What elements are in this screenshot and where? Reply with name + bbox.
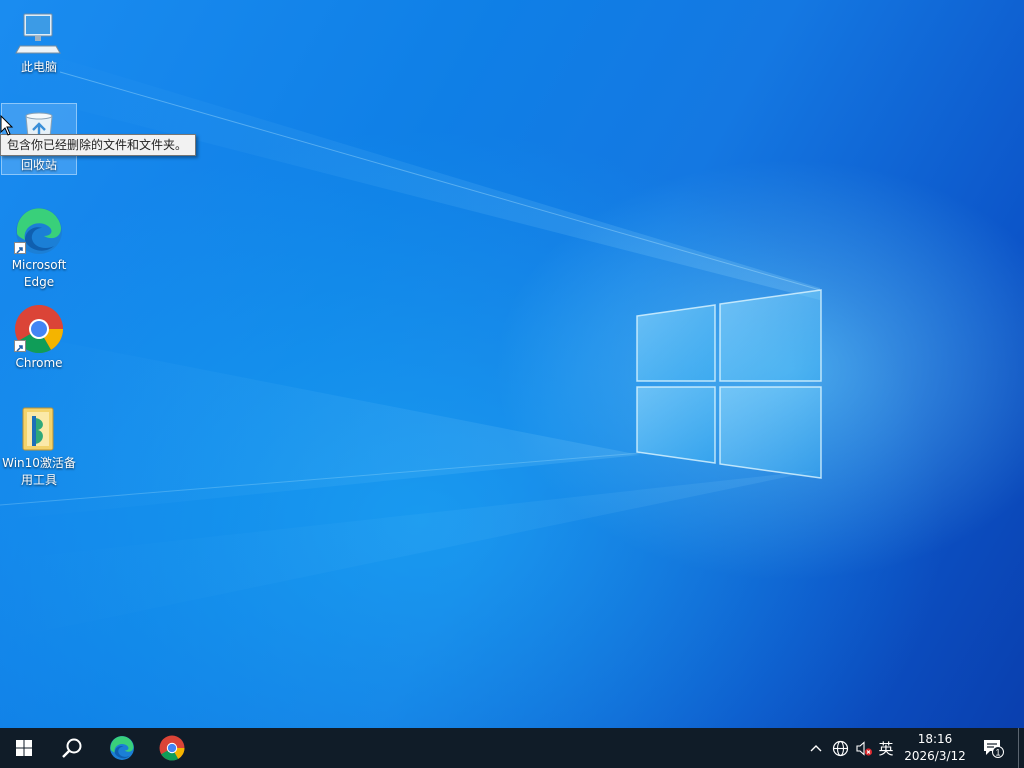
- folder-tool-icon: [14, 404, 64, 454]
- search-button[interactable]: [48, 728, 96, 768]
- edge-icon: [110, 736, 134, 760]
- desktop-icon-label: 回收站: [20, 158, 57, 172]
- computer-icon: [14, 8, 64, 58]
- notification-count: 1: [995, 747, 1000, 757]
- mouse-cursor-icon: [0, 115, 14, 136]
- network-button[interactable]: [829, 728, 851, 768]
- show-desktop-button[interactable]: [1018, 728, 1024, 768]
- clock[interactable]: 18:16 2026/3/12: [898, 728, 972, 768]
- chrome-icon: [159, 735, 185, 761]
- desktop-icon-label: 此电脑: [20, 60, 57, 74]
- desktop-icon-microsoft-edge[interactable]: Microsoft Edge: [2, 204, 76, 290]
- windows-logo-wallpaper: [636, 289, 822, 479]
- edge-taskbar-button[interactable]: [98, 728, 146, 768]
- notification-center-button[interactable]: 1: [980, 728, 1006, 768]
- edge-icon: [14, 206, 64, 256]
- desktop[interactable]: 此电脑 回收站 Microsoft Edge Chrome Win10激活备用工…: [0, 0, 1024, 728]
- windows-logo-icon: [16, 740, 32, 756]
- recycle-bin-tooltip: 包含你已经删除的文件和文件夹。: [0, 134, 197, 156]
- notification-icon: 1: [984, 740, 1004, 758]
- chevron-up-icon: [810, 745, 822, 752]
- chrome-taskbar-button[interactable]: [148, 728, 196, 768]
- desktop-icon-label: Chrome: [15, 356, 63, 370]
- volume-button[interactable]: [853, 728, 875, 768]
- shortcut-arrow-icon: [14, 340, 26, 352]
- desktop-icon-this-pc[interactable]: 此电脑: [2, 6, 76, 78]
- desktop-icon-chrome[interactable]: Chrome: [2, 302, 76, 374]
- ime-indicator[interactable]: 英: [876, 728, 896, 768]
- start-button[interactable]: [0, 728, 48, 768]
- search-icon: [62, 738, 82, 758]
- volume-muted-icon: [856, 740, 873, 756]
- shortcut-arrow-icon: [14, 242, 26, 254]
- clock-date: 2026/3/12: [904, 749, 966, 763]
- desktop-icon-win10-activation-tool[interactable]: Win10激活备用工具: [2, 402, 76, 490]
- show-hidden-icons-button[interactable]: [806, 728, 826, 768]
- globe-icon: [832, 740, 848, 756]
- chrome-icon: [14, 304, 64, 354]
- clock-time: 18:16: [917, 732, 953, 746]
- desktop-icon-label: Win10激活备用工具: [2, 456, 76, 487]
- taskbar: 英 18:16 2026/3/12 1: [0, 728, 1024, 768]
- desktop-icon-label: Microsoft Edge: [11, 258, 67, 289]
